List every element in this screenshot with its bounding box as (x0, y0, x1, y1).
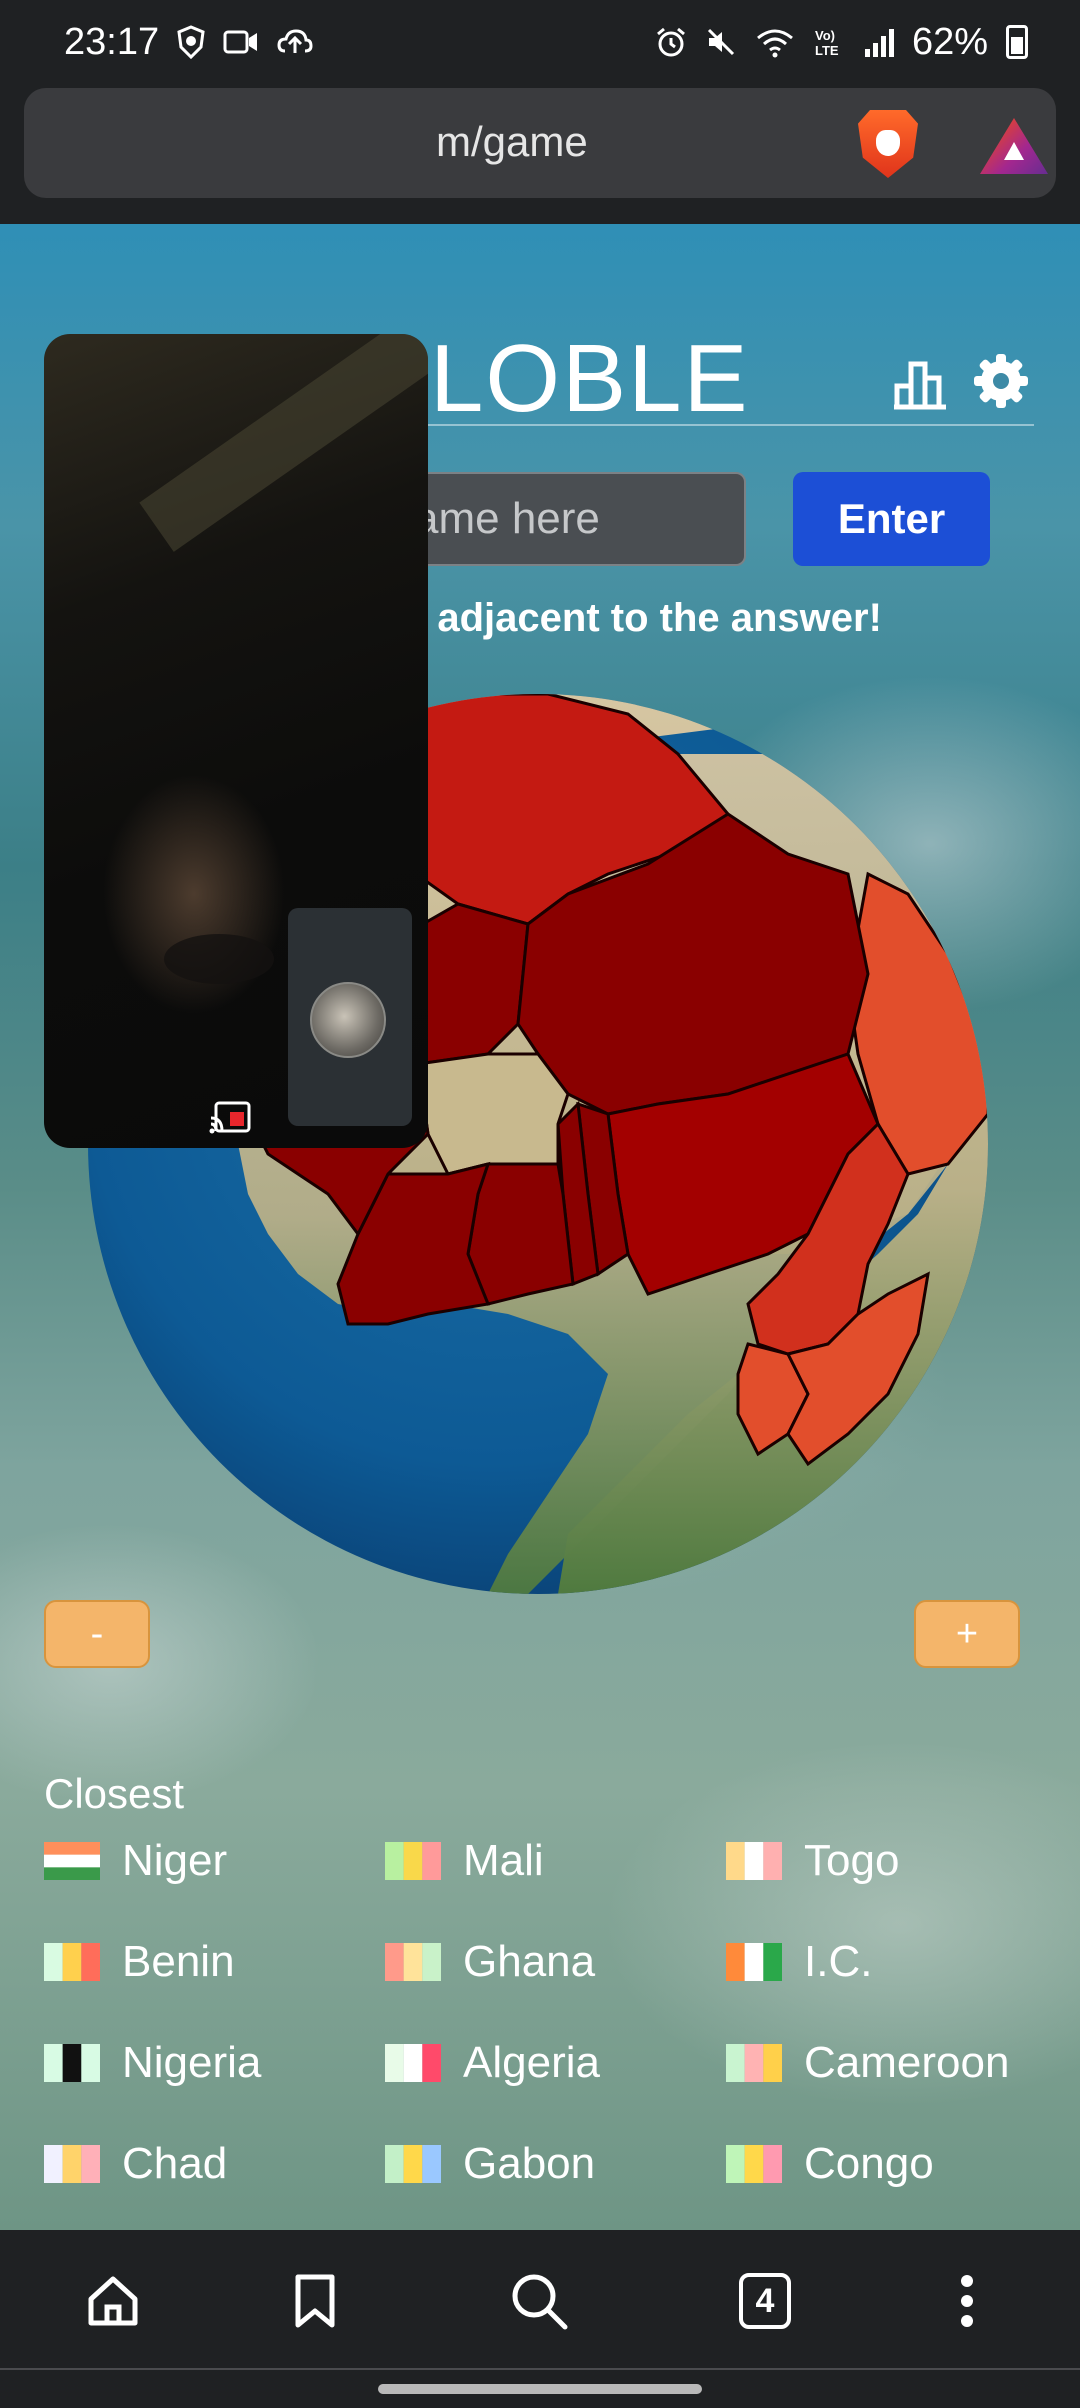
pip-video-window[interactable] (44, 334, 428, 1148)
flag-icon (385, 1842, 441, 1880)
flag-icon (44, 1943, 100, 1981)
closest-item: Chad (44, 2139, 385, 2189)
zoom-in-button[interactable]: + (914, 1600, 1020, 1668)
flag-icon (726, 1842, 782, 1880)
closest-item: Congo (726, 2139, 1044, 2189)
tabs-button[interactable]: 4 (730, 2266, 800, 2336)
guess-input[interactable] (398, 472, 746, 566)
bookmarks-button[interactable] (280, 2266, 350, 2336)
closest-country-name: Chad (122, 2139, 228, 2188)
svg-text:Vo): Vo) (815, 28, 835, 43)
brave-shield-icon (177, 25, 205, 59)
volte-icon: Vo)LTE (815, 28, 839, 58)
country-burkina-faso (416, 1052, 570, 1176)
flag-icon (726, 1943, 782, 1981)
settings-icon[interactable] (972, 352, 1030, 410)
url-text[interactable]: m/game (436, 118, 588, 166)
status-left: 23:17 (64, 21, 313, 64)
flag-icon (44, 1842, 100, 1880)
title-divider (420, 424, 1034, 426)
closest-country-name: Congo (804, 2139, 934, 2188)
more-menu-button[interactable] (932, 2266, 1002, 2336)
bottom-navigation: 4 (0, 2230, 1080, 2370)
closest-country-name: Benin (122, 1937, 235, 1986)
pip-video-detail (164, 934, 274, 984)
flag-icon (726, 2145, 782, 2183)
closest-item: Nigeria (44, 2038, 385, 2088)
closest-country-name: Mali (463, 1836, 544, 1885)
closest-item: Gabon (385, 2139, 726, 2189)
browser-toolbar: m/game (0, 84, 1080, 224)
alarm-icon (656, 27, 685, 57)
closest-item: Togo (726, 1836, 1044, 1886)
closest-country-name: Niger (122, 1836, 228, 1885)
video-icon (223, 30, 258, 54)
closest-heading: Closest (44, 1770, 185, 1817)
battery-icon (1006, 25, 1028, 59)
flag-icon (726, 2044, 782, 2082)
closest-country-name: Cameroon (804, 2038, 1010, 2087)
brave-rewards-icon[interactable] (980, 118, 1048, 174)
status-time: 23:17 (64, 20, 160, 63)
flag-icon (385, 1943, 441, 1981)
battery-percent: 62% (911, 20, 988, 63)
mute-icon (707, 28, 734, 56)
search-button[interactable] (504, 2266, 574, 2336)
bookmark-icon (295, 2274, 335, 2328)
closest-item: Algeria (385, 2038, 726, 2088)
game-page: LOBLE Enter s adjacent to the answer! (0, 224, 1080, 2230)
home-button[interactable] (78, 2266, 148, 2336)
brave-shields-icon[interactable] (858, 110, 918, 178)
closest-item: Benin (44, 1937, 385, 1987)
flag-icon (44, 2044, 100, 2082)
closest-item: Cameroon (726, 2038, 1044, 2088)
closest-item: Mali (385, 1836, 726, 1886)
hint-text: s adjacent to the answer! (404, 596, 882, 640)
cast-icon[interactable] (208, 1100, 252, 1136)
closest-item: Ghana (385, 1937, 726, 1987)
status-bar: 23:17 Vo) LTE 62% (0, 0, 1080, 84)
gesture-area (0, 2370, 1080, 2408)
closest-country-name: Gabon (463, 2139, 596, 2188)
pip-background-detail (139, 334, 428, 552)
flag-icon (44, 2145, 100, 2183)
enter-button[interactable]: Enter (793, 472, 990, 566)
closest-country-name: Ghana (463, 1937, 596, 1986)
cloud-upload-icon (277, 29, 313, 53)
closest-country-name: Nigeria (122, 2038, 262, 2087)
tabs-icon: 4 (739, 2273, 791, 2329)
closest-list: Niger Mali Togo Benin Ghana I.C. Nigeria Algeri… (44, 1836, 1044, 2230)
game-title: LOBLE (430, 325, 750, 432)
signal-icon (864, 27, 894, 57)
address-bar[interactable]: m/game (24, 88, 1056, 198)
flag-icon (385, 2145, 441, 2183)
wifi-icon (756, 29, 793, 58)
closest-item: I.C. (726, 1937, 1044, 1987)
closest-item: Niger (44, 1836, 385, 1886)
country-ghana[interactable] (466, 1162, 575, 1306)
home-icon (88, 2276, 138, 2326)
zoom-out-button[interactable]: - (44, 1600, 150, 1668)
pip-avatar (310, 982, 386, 1058)
closest-country-name: Algeria (463, 2038, 600, 2087)
search-icon (512, 2274, 568, 2330)
more-menu-icon (961, 2275, 973, 2327)
home-indicator[interactable] (378, 2384, 702, 2394)
flag-icon (385, 2044, 441, 2082)
closest-country-name: Togo (804, 1836, 900, 1885)
statistics-icon[interactable] (894, 358, 950, 410)
svg-text:LTE: LTE (815, 43, 839, 58)
status-right: Vo) LTE 62% (655, 21, 1028, 64)
closest-country-name: I.C. (804, 1937, 873, 1986)
